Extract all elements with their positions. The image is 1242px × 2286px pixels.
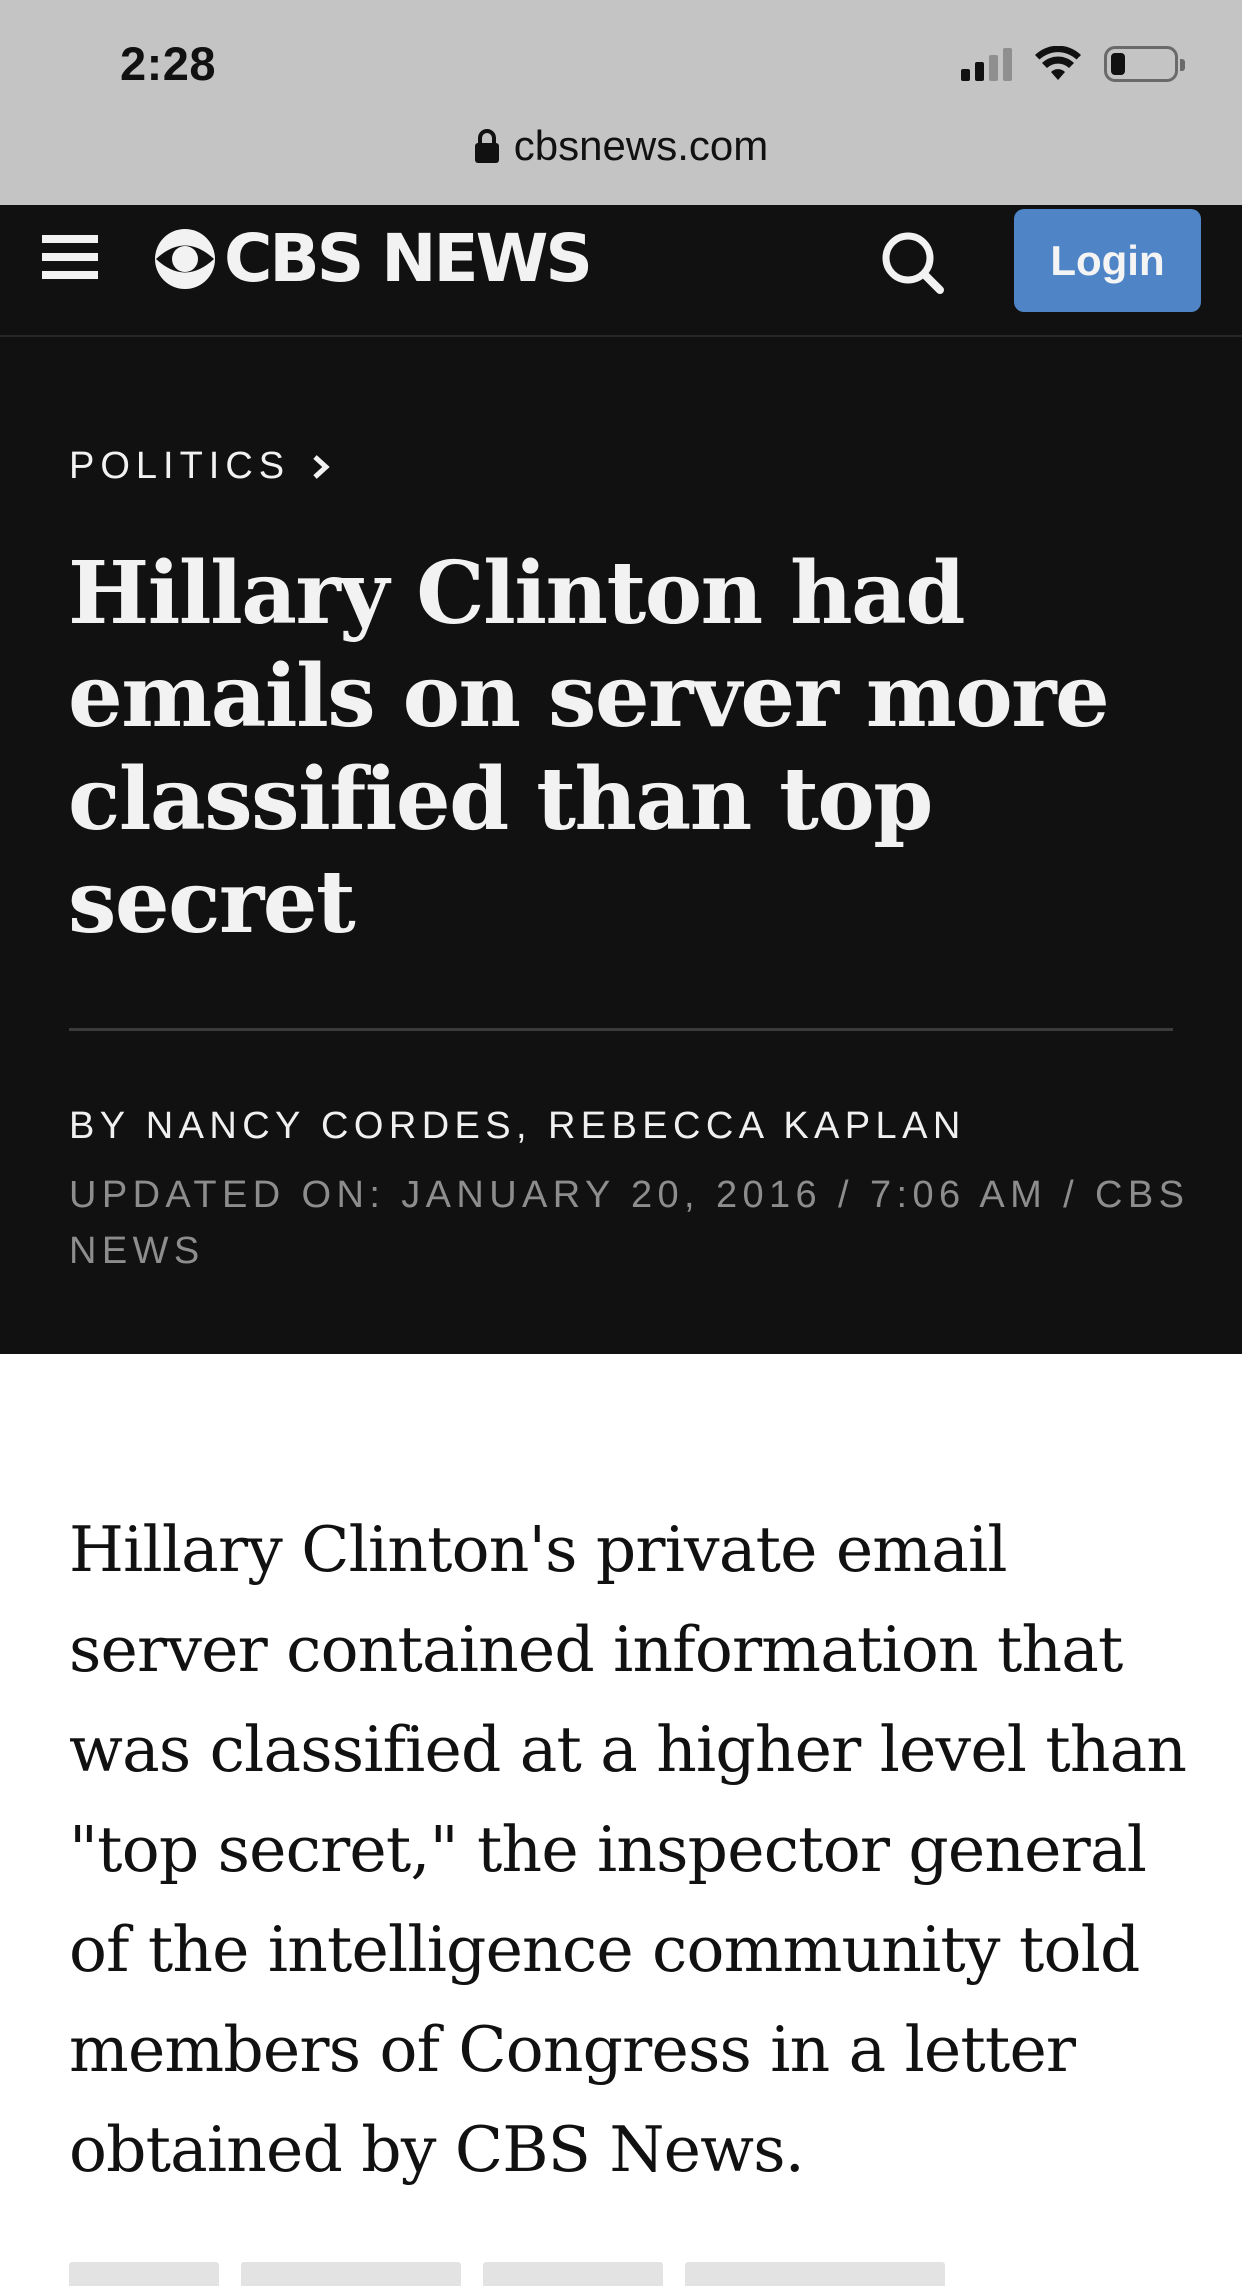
article-meta: UPDATED ON: JANUARY 20, 2016 / 7:06 AM /… bbox=[69, 1174, 1190, 1272]
status-icons bbox=[961, 44, 1185, 84]
url-text: cbsnews.com bbox=[513, 122, 769, 169]
battery-icon bbox=[1104, 46, 1185, 82]
site-header: CBS NEWS Login bbox=[0, 205, 1242, 337]
cellular-signal-icon bbox=[961, 47, 1012, 81]
address-bar[interactable]: cbsnews.com bbox=[0, 116, 1242, 176]
login-button[interactable]: Login bbox=[1014, 209, 1201, 312]
header-divider bbox=[69, 1028, 1173, 1031]
article-body: Hillary Clinton's private email server c… bbox=[69, 1500, 1189, 2200]
cbs-eye-icon bbox=[155, 229, 215, 289]
status-time: 2:28 bbox=[120, 37, 217, 90]
article-headline: Hillary Clinton had emails on server mor… bbox=[68, 543, 1110, 953]
chevron-right-icon bbox=[313, 454, 330, 479]
search-icon bbox=[882, 232, 944, 294]
lead-paragraph: Hillary Clinton's private email server c… bbox=[69, 1513, 1187, 2186]
browser-chrome: 2:28 cbsnews.com bbox=[0, 0, 1242, 205]
lock-icon bbox=[474, 129, 499, 163]
article-header: POLITICS Hillary Clinton had emails on s… bbox=[0, 337, 1242, 1354]
byline: BY NANCY CORDES, REBECCA KAPLAN bbox=[69, 1105, 966, 1147]
cbs-news-logo[interactable]: CBS NEWS bbox=[154, 219, 593, 299]
section-label: POLITICS bbox=[69, 445, 291, 487]
logo-text: CBS NEWS bbox=[224, 220, 593, 297]
wifi-icon bbox=[1035, 46, 1081, 80]
next-paragraph-peek bbox=[69, 2262, 1169, 2286]
search-button[interactable] bbox=[878, 227, 948, 297]
section-breadcrumb[interactable]: POLITICS bbox=[69, 445, 332, 488]
hamburger-menu-icon[interactable] bbox=[42, 229, 98, 285]
